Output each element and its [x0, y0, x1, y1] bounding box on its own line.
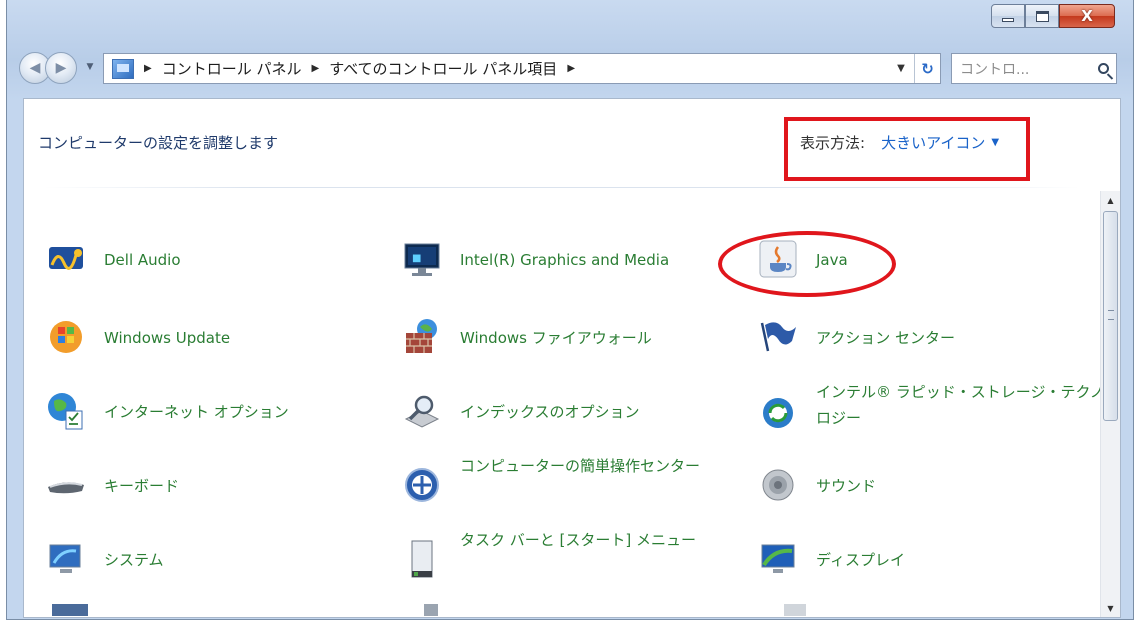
indexing-options-icon	[402, 391, 442, 431]
minimize-button[interactable]	[991, 4, 1025, 28]
maximize-button[interactable]	[1025, 4, 1059, 28]
divider	[44, 187, 1080, 188]
close-icon: X	[1081, 7, 1093, 25]
item-windows-firewall[interactable]: Windows ファイアウォール	[402, 317, 652, 357]
item-intel-graphics[interactable]: ■ Intel(R) Graphics and Media	[402, 239, 669, 279]
chevron-down-icon: ▼	[897, 63, 905, 74]
forward-arrow-icon: ▶	[55, 60, 67, 76]
breadcrumb-arrow-icon[interactable]: ▶	[567, 63, 575, 74]
address-dropdown-button[interactable]: ▼	[888, 63, 914, 74]
keyboard-icon	[46, 465, 86, 505]
back-arrow-icon: ◀	[29, 60, 41, 76]
dell-audio-icon	[46, 239, 86, 279]
taskbar-icon	[402, 539, 442, 579]
search-input[interactable]: コントロ...	[951, 53, 1117, 84]
search-icon	[1097, 63, 1109, 74]
intel-rst-icon	[758, 393, 798, 433]
item-label: Windows ファイアウォール	[460, 329, 652, 347]
breadcrumb-arrow-icon[interactable]: ▶	[144, 63, 152, 74]
svg-text:■: ■	[412, 253, 421, 264]
navigation-bar: ◀ ▶ ▼ ▶ コントロール パネル ▶ すべてのコントロール パネル項目 ▶ …	[7, 48, 1133, 88]
vertical-scrollbar[interactable]: ▲ ▼	[1100, 191, 1120, 617]
breadcrumb-all-items[interactable]: すべてのコントロール パネル項目	[329, 58, 557, 79]
internet-options-icon	[46, 391, 86, 431]
window-controls: X	[991, 4, 1115, 28]
item-label: Windows Update	[104, 329, 231, 347]
item-ease-of-access[interactable]: コンピューターの簡単操作センター	[402, 453, 716, 505]
partial-item-icon	[784, 604, 806, 616]
item-intel-rapid-storage[interactable]: インテル® ラピッド・ストレージ・テクノロジー	[758, 379, 1116, 433]
item-action-center[interactable]: アクション センター	[758, 317, 955, 357]
recent-pages-dropdown[interactable]: ▼	[83, 60, 97, 74]
scroll-down-button[interactable]: ▼	[1101, 599, 1120, 617]
annotation-highlight-box	[784, 117, 1030, 181]
item-system[interactable]: システム	[46, 539, 164, 579]
title-bar: X	[7, 0, 1133, 42]
item-indexing-options[interactable]: インデックスのオプション	[402, 391, 640, 431]
windows-update-icon	[46, 317, 86, 357]
item-label: システム	[104, 551, 164, 569]
ease-of-access-icon	[402, 465, 442, 505]
sound-icon	[758, 465, 798, 505]
breadcrumb-arrow-icon[interactable]: ▶	[311, 63, 319, 74]
annotation-highlight-ellipse	[718, 231, 896, 297]
firewall-icon	[402, 317, 442, 357]
search-button[interactable]	[1090, 63, 1116, 74]
item-display[interactable]: ディスプレイ	[758, 539, 905, 579]
page-title: コンピューターの設定を調整します	[38, 134, 279, 152]
chevron-down-icon: ▼	[1107, 603, 1114, 613]
control-panel-icon	[112, 58, 134, 79]
display-icon	[758, 539, 798, 579]
maximize-icon	[1035, 10, 1049, 22]
refresh-icon: ↻	[921, 59, 934, 78]
grip-icon	[1108, 310, 1114, 320]
scrollbar-thumb[interactable]	[1103, 211, 1118, 421]
search-placeholder: コントロ...	[960, 61, 1030, 78]
close-button[interactable]: X	[1059, 4, 1115, 28]
item-label: インテル® ラピッド・ストレージ・テクノロジー	[816, 383, 1105, 427]
partial-item-icon	[52, 604, 88, 616]
item-label: Dell Audio	[104, 251, 181, 269]
partial-item-icon	[424, 604, 438, 616]
item-keyboard[interactable]: キーボード	[46, 465, 179, 505]
item-label: キーボード	[104, 477, 180, 495]
system-icon	[46, 539, 86, 579]
intel-graphics-icon: ■	[402, 239, 442, 279]
item-dell-audio[interactable]: Dell Audio	[46, 239, 181, 279]
item-label: Intel(R) Graphics and Media	[460, 251, 670, 269]
item-label: インデックスのオプション	[460, 403, 640, 421]
item-windows-update[interactable]: Windows Update	[46, 317, 230, 357]
item-internet-options[interactable]: インターネット オプション	[46, 391, 289, 431]
refresh-button[interactable]: ↻	[914, 54, 940, 83]
action-center-flag-icon	[758, 317, 798, 357]
scroll-up-button[interactable]: ▲	[1101, 191, 1120, 209]
control-panel-window: X ◀ ▶ ▼ ▶ コントロール パネル ▶ すべてのコントロール パネル項目 …	[6, 0, 1134, 620]
chevron-up-icon: ▲	[1107, 195, 1114, 205]
item-label: ディスプレイ	[816, 551, 905, 569]
item-label: インターネット オプション	[104, 403, 289, 421]
breadcrumb-control-panel[interactable]: コントロール パネル	[162, 58, 302, 79]
item-taskbar-start-menu[interactable]: タスク バーと [スタート] メニュー	[402, 527, 716, 579]
item-label: タスク バーと [スタート] メニュー	[460, 531, 697, 549]
item-label: アクション センター	[816, 329, 956, 347]
item-label: コンピューターの簡単操作センター	[460, 457, 701, 475]
item-sound[interactable]: サウンド	[758, 465, 876, 505]
item-label: サウンド	[816, 477, 877, 495]
address-bar[interactable]: ▶ コントロール パネル ▶ すべてのコントロール パネル項目 ▶ ▼ ↻	[103, 53, 941, 84]
forward-button[interactable]: ▶	[45, 52, 77, 84]
content-panel: コンピューターの設定を調整します 表示方法: 大きいアイコン ▼ Dell Au…	[23, 98, 1121, 618]
chevron-down-icon: ▼	[86, 62, 94, 72]
minimize-icon	[1002, 18, 1014, 22]
